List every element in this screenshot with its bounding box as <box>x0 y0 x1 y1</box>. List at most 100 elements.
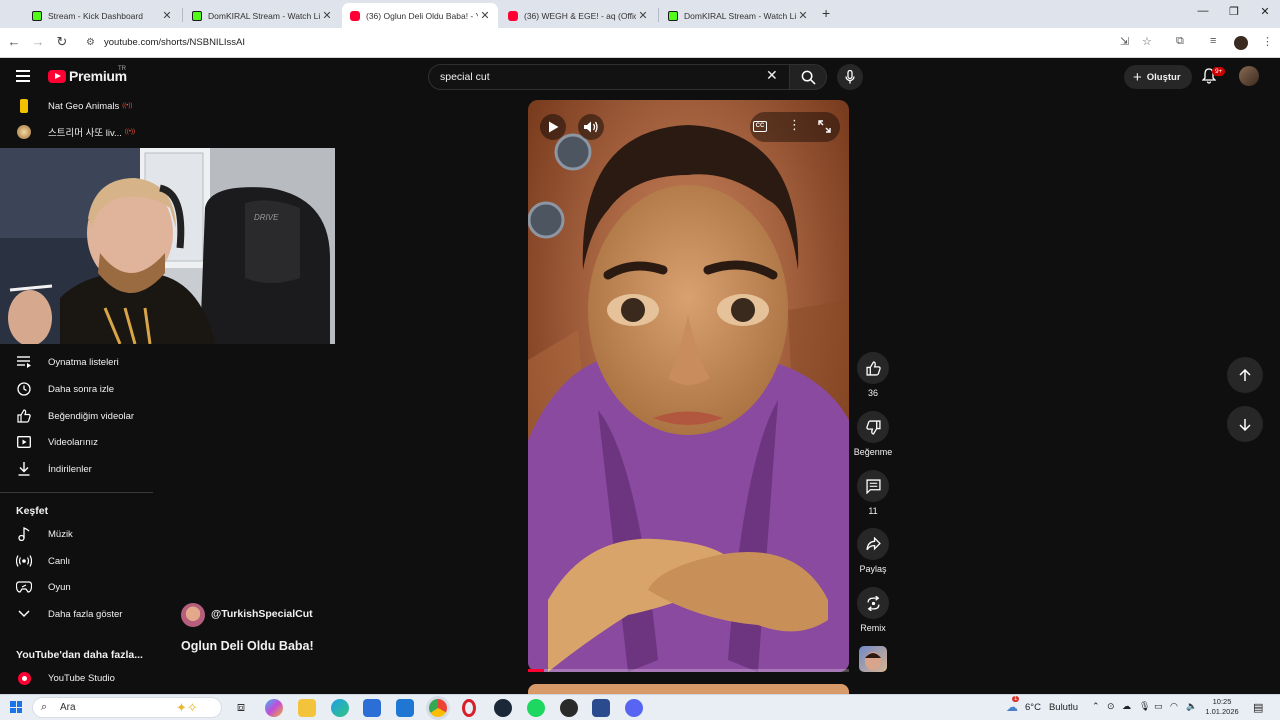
cloud-icon: ☁ 1 <box>1006 696 1020 714</box>
sidebar-item-your-videos[interactable]: Videolarınız <box>0 430 152 454</box>
onedrive-cloud-icon[interactable]: ☁ <box>1122 701 1131 712</box>
next-short-button[interactable] <box>1227 406 1263 442</box>
search-query: special cut <box>440 71 490 83</box>
obs-studio-icon[interactable] <box>560 699 578 717</box>
fullscreen-icon[interactable] <box>818 120 831 133</box>
task-view-icon[interactable]: ⧈ <box>232 699 250 717</box>
close-tab-icon[interactable]: ✕ <box>796 9 810 22</box>
bookmark-star-icon[interactable]: ☆ <box>1142 35 1152 48</box>
close-tab-icon[interactable]: ✕ <box>160 9 174 22</box>
discord-icon[interactable] <box>625 699 643 717</box>
show-hidden-icons-chevron[interactable]: ⌃ <box>1092 701 1100 712</box>
address-bar[interactable]: ⚙ youtube.com/shorts/NSBNILIssAI <box>78 31 1138 54</box>
gamepad-icon <box>16 581 32 593</box>
spotify-icon[interactable] <box>527 699 545 717</box>
browser-tab[interactable]: DomKIRAL Stream - Watch Live ✕ <box>660 3 816 28</box>
clock-icon <box>17 382 31 396</box>
browser-tab-active[interactable]: (36) Oglun Deli Oldu Baba! - Yo ✕ <box>342 3 498 28</box>
volume-icon[interactable]: 🔈 <box>1186 701 1197 712</box>
media-control-icon[interactable]: ≡ <box>1210 35 1216 47</box>
close-tab-icon[interactable]: ✕ <box>636 9 650 22</box>
subscription-item-nat-geo-animals[interactable]: Nat Geo Animals ((•)) <box>0 94 152 118</box>
profile-avatar[interactable] <box>1234 36 1248 50</box>
play-button[interactable] <box>540 114 566 140</box>
forward-arrow-icon[interactable]: → <box>28 34 48 49</box>
like-button[interactable]: 36 <box>852 352 894 398</box>
mail-icon[interactable] <box>396 699 414 717</box>
notification-center-icon[interactable]: ▤ <box>1253 701 1263 714</box>
voice-search-button[interactable] <box>837 64 863 90</box>
new-tab-button[interactable]: + <box>822 5 830 21</box>
search-button[interactable] <box>789 64 827 90</box>
search-input[interactable]: special cut <box>428 64 790 90</box>
share-button[interactable]: Paylaş <box>852 528 894 574</box>
youtube-premium-logo[interactable]: Premium TR <box>48 66 127 84</box>
channel-avatar[interactable] <box>181 603 205 627</box>
sidebar-item-downloads[interactable]: İndirilenler <box>0 457 152 481</box>
remix-button[interactable]: Remix <box>852 587 894 633</box>
sidebar-item-playlists[interactable]: Oynatma listeleri <box>0 350 152 374</box>
windows-start-icon[interactable] <box>10 701 22 713</box>
chrome-icon[interactable] <box>429 699 447 717</box>
extensions-icon[interactable]: ⧉ <box>1176 35 1184 48</box>
edge-browser-icon[interactable] <box>331 699 349 717</box>
clear-search-icon[interactable]: ✕ <box>766 67 778 84</box>
microsoft-store-icon[interactable] <box>363 699 381 717</box>
sidebar-item-music[interactable]: Müzik <box>0 522 152 546</box>
taskbar-search-box[interactable]: ⌕ Ara ✦✧ <box>32 697 222 718</box>
sidebar-item-label: Müzik <box>48 528 73 540</box>
subscription-item-streamer[interactable]: 스트리머 사또 liv... ((•)) <box>0 120 152 144</box>
browser-tab[interactable]: Stream - Kick Dashboard ✕ <box>24 3 180 28</box>
captions-icon[interactable]: CC <box>753 121 767 132</box>
playlist-icon <box>17 356 31 368</box>
sidebar-item-liked-videos[interactable]: Beğendiğim videolar <box>0 404 152 428</box>
steam-icon[interactable] <box>494 699 512 717</box>
close-tab-icon[interactable]: ✕ <box>478 9 492 22</box>
back-arrow-icon[interactable]: ← <box>4 34 24 49</box>
sidebar-item-gaming[interactable]: Oyun <box>0 575 152 599</box>
account-avatar[interactable] <box>1239 66 1259 86</box>
live-indicator-icon: ((•)) <box>122 103 133 109</box>
display-tray-icon[interactable]: ▭ <box>1154 701 1163 712</box>
browser-menu-icon[interactable]: ⋮ <box>1262 35 1273 48</box>
hamburger-menu-icon[interactable] <box>16 70 30 82</box>
restore-icon[interactable]: ❐ <box>1219 5 1249 18</box>
microphone-tray-icon[interactable]: 🎙 <box>1139 701 1150 712</box>
previous-short-button[interactable] <box>1227 357 1263 393</box>
mute-button[interactable] <box>578 114 604 140</box>
wifi-icon[interactable]: ◠ <box>1170 701 1178 712</box>
share-arrow-icon <box>865 537 881 551</box>
browser-tab[interactable]: (36) WEGH & EGE! - aq (Officia ✕ <box>500 3 656 28</box>
reload-icon[interactable]: ↻ <box>52 34 72 50</box>
system-clock[interactable]: 10:25 1.01.2026 <box>1199 697 1245 717</box>
channel-name[interactable]: @TurkishSpecialCut <box>211 608 313 620</box>
comments-button[interactable]: 11 <box>852 470 894 516</box>
close-tab-icon[interactable]: ✕ <box>320 9 334 22</box>
tab-title: (36) WEGH & EGE! - aq (Officia <box>524 10 636 21</box>
file-explorer-icon[interactable] <box>298 699 316 717</box>
more-options-icon[interactable]: ⋮ <box>788 117 801 133</box>
remix-audio-thumbnail[interactable] <box>859 646 887 672</box>
sidebar-item-show-more[interactable]: Daha fazla göster <box>0 602 152 626</box>
browser-tab[interactable]: DomKIRAL Stream - Watch Live ✕ <box>184 3 340 28</box>
install-app-icon[interactable]: ⇲ <box>1120 35 1129 48</box>
next-short-preview[interactable] <box>528 684 849 694</box>
opera-icon[interactable] <box>462 699 476 717</box>
dislike-button[interactable]: Beğenme <box>852 411 894 457</box>
weather-widget[interactable]: ☁ 1 6°C Bulutlu <box>1006 696 1078 714</box>
live-icon <box>16 555 32 567</box>
sidebar-item-youtube-studio[interactable]: YouTube Studio <box>0 666 152 690</box>
sidebar-item-watch-later[interactable]: Daha sonra izle <box>0 377 152 401</box>
tray-app-icon[interactable]: ⊙ <box>1107 701 1115 712</box>
copilot-icon[interactable] <box>265 699 283 717</box>
site-info-icon[interactable]: ⚙ <box>86 37 95 48</box>
app-icon[interactable] <box>592 699 610 717</box>
create-button[interactable]: + Oluştur <box>1124 65 1192 89</box>
progress-fill <box>528 669 545 672</box>
close-window-icon[interactable]: ✕ <box>1250 5 1280 18</box>
sidebar-item-live[interactable]: Canlı <box>0 549 152 573</box>
video-progress-bar[interactable] <box>528 669 849 672</box>
youtube-header: Premium TR special cut ✕ + Oluştur 9+ <box>0 58 1280 96</box>
short-video-player[interactable] <box>528 100 849 672</box>
minimize-icon[interactable]: — <box>1188 5 1218 17</box>
